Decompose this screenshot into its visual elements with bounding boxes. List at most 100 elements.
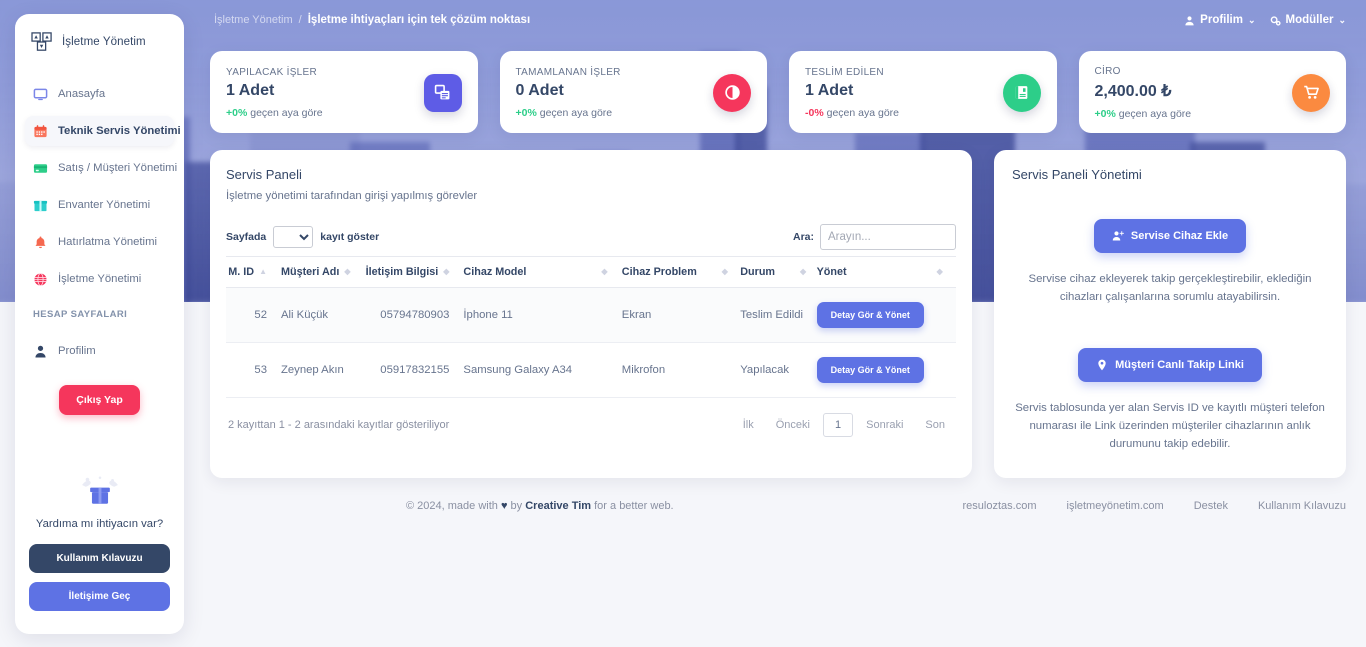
sidebar: İşletme Yönetim Anasayfa Teknik Servis Y… <box>15 14 184 634</box>
table-row[interactable]: 52 Ali Küçük 05794780903 İphone 11 Ekran… <box>226 287 956 343</box>
pagination-last[interactable]: Son <box>916 414 954 436</box>
footer-brand[interactable]: Creative Tim <box>525 500 591 512</box>
sidebar-item-label: Profilim <box>58 345 96 357</box>
stat-icon-container <box>423 73 462 112</box>
profile-menu[interactable]: Profilim ⌄ <box>1184 14 1256 26</box>
service-panel-subtitle: İşletme yönetimi tarafından girişi yapıl… <box>226 190 478 202</box>
stat-value: 0 Adet <box>515 81 564 99</box>
cell-mid: 52 <box>226 287 277 343</box>
stat-delta: -0% geçen aya göre <box>805 107 899 119</box>
pie-chart-icon <box>724 85 740 100</box>
stat-delta-percent: +0% <box>515 106 537 119</box>
help-manual-button[interactable]: Kullanım Kılavuzu <box>29 544 170 573</box>
search-control: Ara: <box>793 224 956 250</box>
footer-copyright: © 2024, made with ♥ by Creative Tim for … <box>406 500 674 512</box>
column-header-iletisim-bilgisi[interactable]: İletişim Bilgisi ◆ <box>361 256 460 288</box>
service-panel-title: Servis Paneli <box>226 167 302 182</box>
monitor-icon <box>33 88 48 100</box>
stat-card-teslim-edilen: TESLİM EDİLEN 1 Adet -0% geçen aya göre <box>789 51 1057 133</box>
cell-model: İphone 11 <box>459 287 622 343</box>
table-row[interactable]: 53 Zeynep Akın 05917832155 Samsung Galax… <box>226 342 956 398</box>
brand[interactable]: İşletme Yönetim <box>15 14 184 66</box>
sidebar-account-nav: Profilim <box>15 326 184 373</box>
stat-delta: +0% geçen aya göre <box>226 107 323 119</box>
breadcrumb-separator: / <box>298 14 302 26</box>
cell-status: Teslim Edildi <box>740 287 817 343</box>
sidebar-item-satis-musteri-yonetimi[interactable]: Satış / Müşteri Yönetimi <box>25 153 177 183</box>
column-label: Cihaz Model <box>463 266 527 278</box>
column-header-cihaz-problem[interactable]: Cihaz Problem ◆ <box>621 256 741 288</box>
logout-button[interactable]: Çıkış Yap <box>59 385 140 415</box>
add-device-description: Servise cihaz ekleyerek takip gerçekleşt… <box>1028 273 1312 303</box>
column-header-durum[interactable]: Durum ◆ <box>740 256 817 288</box>
sidebar-item-isletme-yonetimi[interactable]: İşletme Yönetimi <box>25 264 174 294</box>
modules-menu[interactable]: Modüller ⌄ <box>1270 14 1346 26</box>
footer-link-destek[interactable]: Destek <box>1194 500 1228 512</box>
table-footer: 2 kayıttan 1 - 2 arasındaki kayıtlar gös… <box>226 398 956 441</box>
table-header-row: M. ID ▲ Müşteri Adı ◆ İletişim Bilgisi ◆ Ci… <box>226 256 956 288</box>
detail-button[interactable]: Detay Gör & Yönet <box>816 302 924 328</box>
gear-icon <box>1270 15 1281 26</box>
pagination-next[interactable]: Sonraki <box>857 414 912 436</box>
sort-icon: ◆ <box>601 267 608 276</box>
footer-link-isletmeyonetim[interactable]: işletmeyönetim.com <box>1067 500 1164 512</box>
sidebar-item-profilim[interactable]: Profilim <box>25 336 174 366</box>
user-icon <box>1185 15 1194 25</box>
user-icon <box>35 345 46 357</box>
pagination-previous[interactable]: Önceki <box>767 414 819 436</box>
brand-label: İşletme Yönetim <box>62 36 146 48</box>
copy-icon <box>434 84 450 100</box>
cell-contact: 05794780903 <box>361 287 460 343</box>
footer-link-kullanim-kilavuzu[interactable]: Kullanım Kılavuzu <box>1258 500 1346 512</box>
sort-icon: ▲ <box>259 267 267 276</box>
stat-label: YAPILACAK İŞLER <box>226 66 318 78</box>
cell-mid: 53 <box>226 342 277 398</box>
add-device-button[interactable]: Servise Cihaz Ekle <box>1093 219 1247 253</box>
sort-icon: ◆ <box>721 267 728 276</box>
column-label: Müşteri Adı <box>280 266 340 278</box>
stat-card-ciro: CİRO 2,400.00 ₺ +0% geçen aya göre <box>1078 51 1346 133</box>
top-navigation-bar: İşletme Yönetim / İşletme ihtiyaçları iç… <box>196 0 1366 40</box>
column-header-mid[interactable]: M. ID ▲ <box>226 256 277 288</box>
stat-delta-percent: -0% <box>805 106 824 119</box>
main-content: YAPILACAK İŞLER 1 Adet +0% geçen aya gör… <box>196 0 1366 647</box>
detail-button[interactable]: Detay Gör & Yönet <box>816 357 924 383</box>
pagination-page-1[interactable]: 1 <box>823 413 854 437</box>
breadcrumb-root[interactable]: İşletme Yönetim <box>214 14 293 26</box>
stat-delta: +0% geçen aya göre <box>1095 108 1192 120</box>
service-table-head: M. ID ▲ Müşteri Adı ◆ İletişim Bilgisi ◆ Ci… <box>226 256 956 288</box>
cell-action: Detay Gör & Yönet <box>816 287 956 343</box>
column-label: Cihaz Problem <box>621 266 697 278</box>
customer-tracking-link-button[interactable]: Müşteri Canlı Takip Linki <box>1078 348 1262 382</box>
service-table-body: 52 Ali Küçük 05794780903 İphone 11 Ekran… <box>226 287 956 398</box>
content-panels: Servis Paneli İşletme yönetimi tarafında… <box>196 133 1366 478</box>
logo-icon <box>31 32 52 51</box>
pagination-first[interactable]: İlk <box>734 414 763 436</box>
search-input[interactable] <box>820 224 956 250</box>
sidebar-item-label: Teknik Servis Yönetimi <box>58 125 181 137</box>
page-length-prefix: Sayfada <box>226 231 267 243</box>
help-contact-button[interactable]: İletişime Geç <box>29 582 170 611</box>
sidebar-item-teknik-servis-yonetimi[interactable]: Teknik Servis Yönetimi <box>25 116 181 146</box>
sidebar-item-label: Anasayfa <box>58 88 106 100</box>
cell-model: Samsung Galaxy A34 <box>459 342 622 398</box>
sidebar-item-hatirlatma-yonetimi[interactable]: Hatırlatma Yönetimi <box>25 227 174 257</box>
column-header-cihaz-model[interactable]: Cihaz Model ◆ <box>459 256 622 288</box>
cell-problem: Mikrofon <box>621 342 741 398</box>
stat-icon-container <box>713 73 751 112</box>
footer-link-resuloztas[interactable]: resuloztas.com <box>963 500 1037 512</box>
stat-icon-container <box>1002 73 1041 112</box>
sidebar-item-envanter-yonetimi[interactable]: Envanter Yönetimi <box>25 190 174 220</box>
page-length-select[interactable]: 102550100 <box>273 226 314 248</box>
pagination: İlk Önceki 1 Sonraki Son <box>734 413 954 437</box>
column-label: İletişim Bilgisi <box>365 266 439 278</box>
stat-delta: +0% geçen aya göre <box>516 107 621 119</box>
column-header-yonet[interactable]: Yönet ◆ <box>816 256 956 288</box>
stat-card-yapilacak-isler: YAPILACAK İŞLER 1 Adet +0% geçen aya gör… <box>210 51 478 133</box>
page-footer: © 2024, made with ♥ by Creative Tim for … <box>392 500 1366 512</box>
sort-icon: ◆ <box>800 267 807 276</box>
sidebar-item-anasayfa[interactable]: Anasayfa <box>25 79 174 109</box>
cell-problem: Ekran <box>621 287 741 343</box>
stat-delta-percent: +0% <box>1094 107 1116 120</box>
column-header-musteri-adi[interactable]: Müşteri Adı ◆ <box>276 256 362 288</box>
